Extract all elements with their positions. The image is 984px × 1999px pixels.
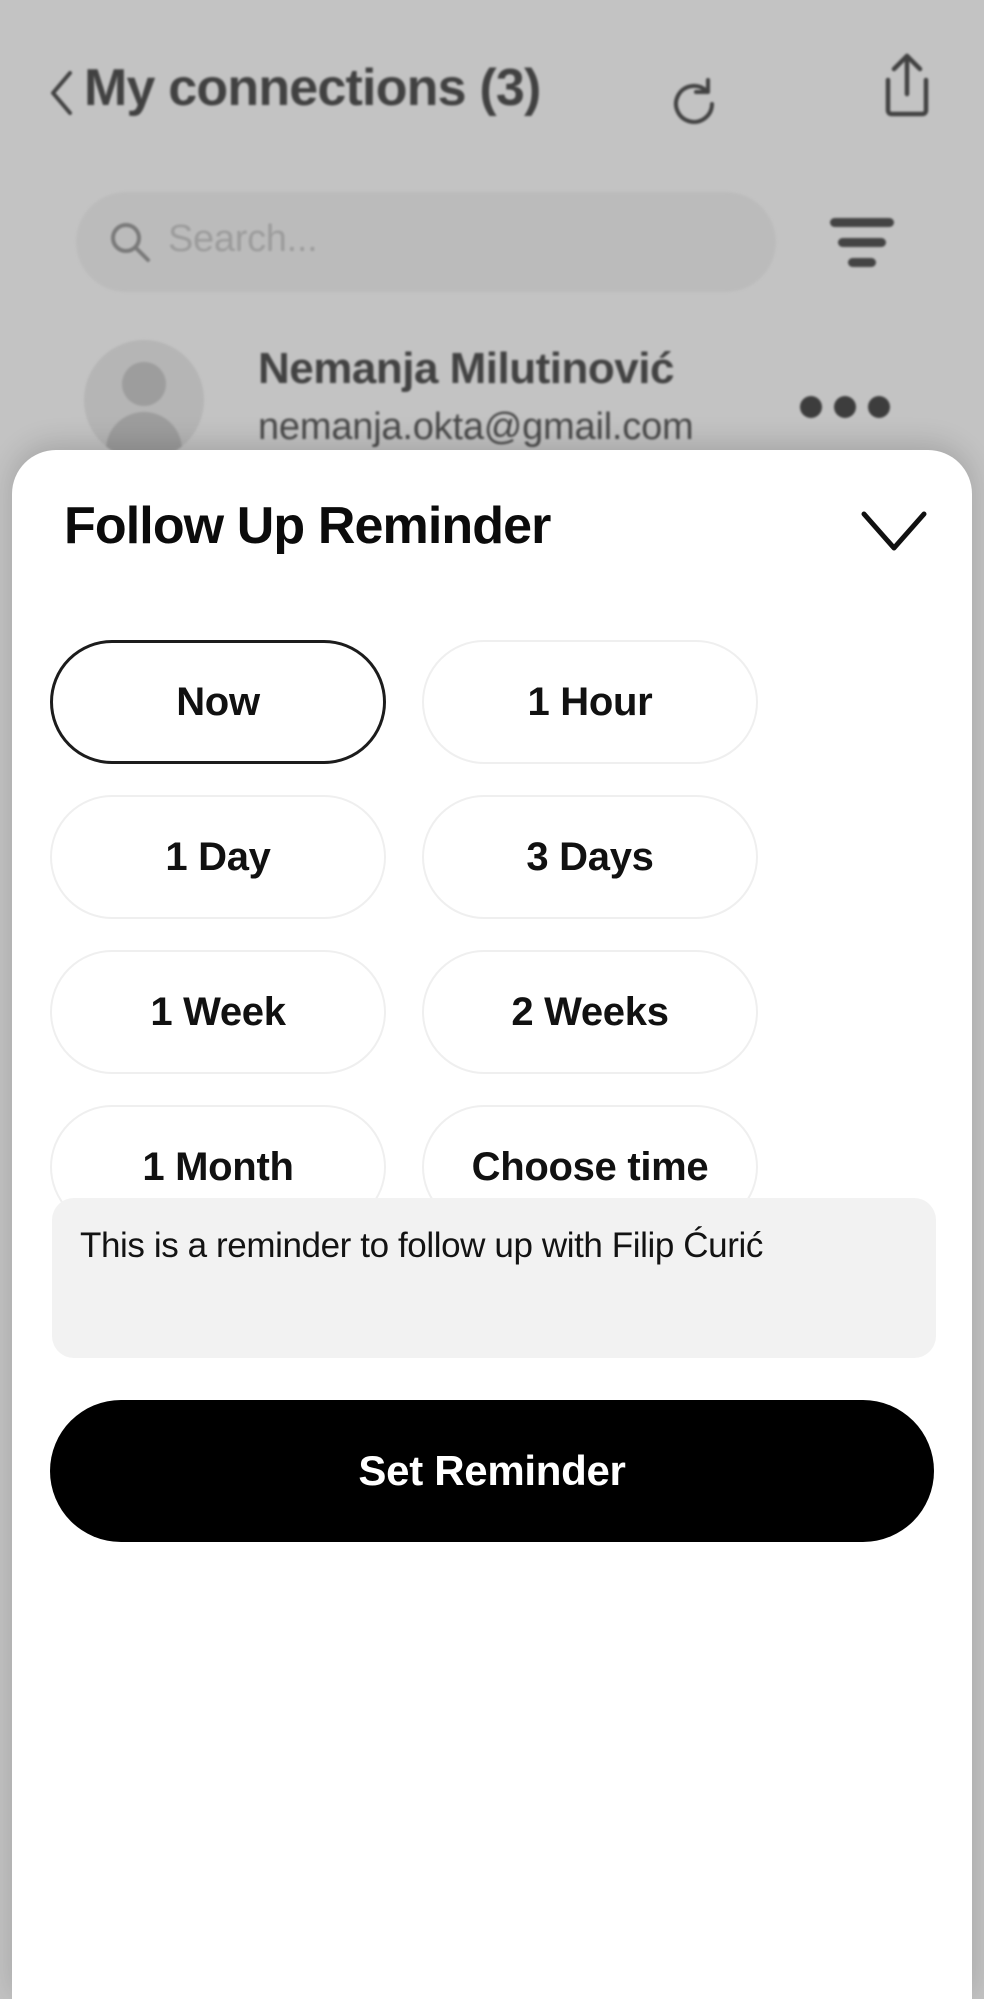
share-upload-icon[interactable]	[878, 52, 936, 118]
reminder-option-1-hour[interactable]: 1 Hour	[422, 640, 758, 764]
app-root: My connections (3) Search... Nemanja Mil…	[0, 0, 984, 1999]
set-reminder-button[interactable]: Set Reminder	[50, 1400, 934, 1542]
search-placeholder-text: Search...	[168, 218, 318, 260]
more-dot-2	[834, 396, 856, 418]
reminder-option-1-week[interactable]: 1 Week	[50, 950, 386, 1074]
reminder-option-now[interactable]: Now	[50, 640, 386, 764]
reminder-option-1-day[interactable]: 1 Day	[50, 795, 386, 919]
more-horizontal-icon[interactable]	[800, 396, 892, 420]
reminder-options-grid: Now 1 Hour 1 Day 3 Days 1 Week 2 Weeks 1 Month…	[50, 640, 936, 1229]
refresh-icon[interactable]	[668, 78, 720, 130]
filter-bar-middle	[838, 238, 886, 247]
reminder-note-input[interactable]	[52, 1198, 936, 1358]
reminder-option-3-days[interactable]: 3 Days	[422, 795, 758, 919]
sheet-title: Follow Up Reminder	[64, 497, 551, 555]
more-dot-1	[800, 396, 822, 418]
person-avatar-icon	[84, 340, 204, 460]
contact-name: Nemanja Milutinović	[258, 344, 674, 393]
follow-up-reminder-sheet: Follow Up Reminder Now 1 Hour 1 Day 3 Days 1…	[12, 450, 972, 1999]
sheet-header: Follow Up Reminder	[12, 488, 972, 584]
search-input[interactable]: Search...	[76, 192, 776, 292]
page-title: My connections (3)	[84, 59, 541, 117]
more-dot-3	[868, 396, 890, 418]
filter-icon[interactable]	[830, 214, 894, 270]
search-icon	[108, 220, 152, 264]
background-navigation-bar: My connections (3)	[0, 30, 984, 140]
chevron-down-icon[interactable]	[858, 506, 930, 556]
filter-bar-bottom	[848, 258, 876, 267]
filter-bar-top	[830, 218, 894, 227]
contact-email: nemanja.okta@gmail.com	[258, 406, 694, 448]
back-chevron-icon[interactable]	[48, 70, 74, 116]
avatar-head	[122, 362, 166, 406]
reminder-option-2-weeks[interactable]: 2 Weeks	[422, 950, 758, 1074]
background-screen-content: My connections (3) Search... Nemanja Mil…	[0, 0, 984, 520]
